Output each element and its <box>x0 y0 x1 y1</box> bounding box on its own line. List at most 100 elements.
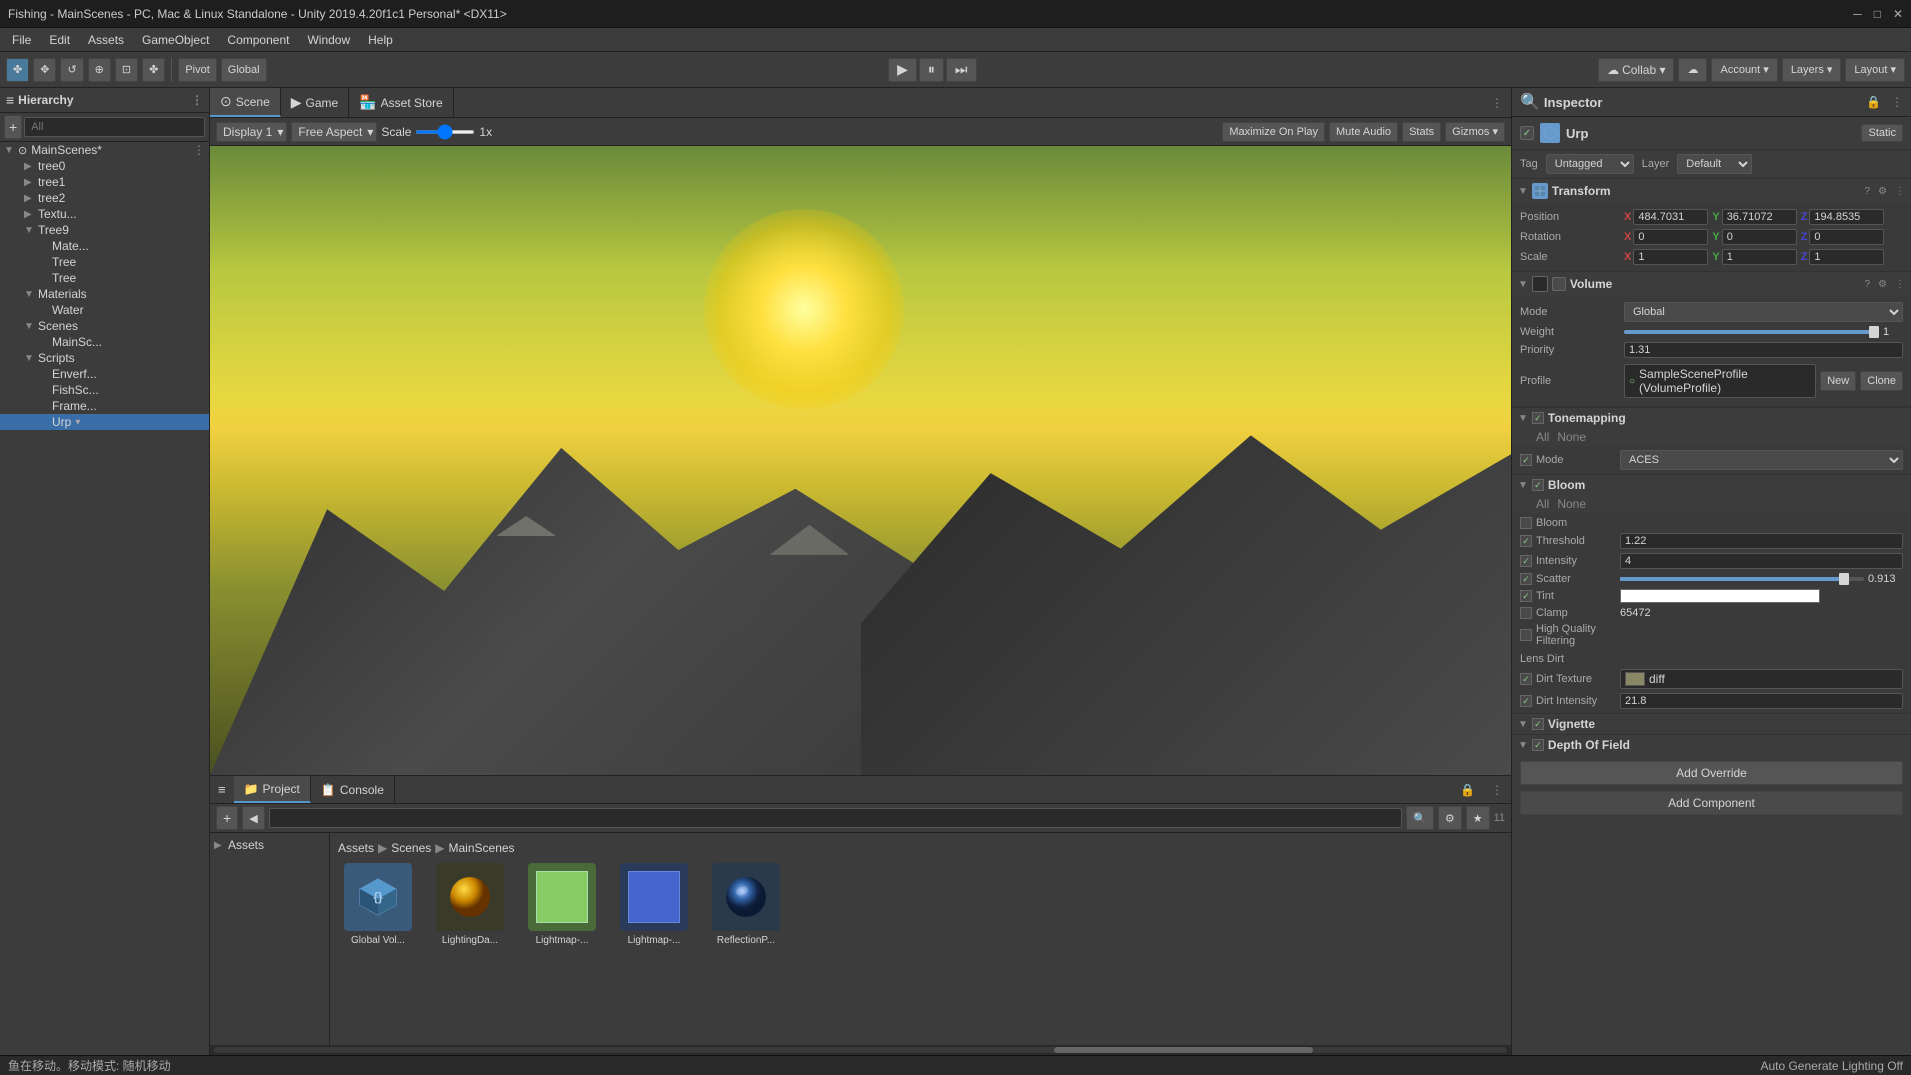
maximize-btn[interactable]: □ <box>1874 7 1881 21</box>
menu-file[interactable]: File <box>4 31 39 49</box>
static-btn[interactable]: Static <box>1861 124 1903 142</box>
rot-y-input[interactable] <box>1722 229 1797 245</box>
cloud-btn[interactable]: ☁ <box>1678 58 1707 82</box>
bottom-lock-icon[interactable]: 🔒 <box>1452 783 1483 797</box>
tonemapping-none[interactable]: None <box>1557 430 1586 444</box>
collab-btn[interactable]: ☁ Collab ▾ <box>1598 58 1674 82</box>
component-transform-header[interactable]: ▼ Transform ? ⚙ ⋮ <box>1512 179 1911 203</box>
project-search-icon[interactable]: 🔍 <box>1406 806 1434 830</box>
tab-project[interactable]: 📁 Project <box>234 776 311 803</box>
hierarchy-add-btn[interactable]: + <box>4 115 22 139</box>
scene-menu-btn[interactable]: ⋮ <box>1483 96 1511 110</box>
tag-select[interactable]: Untagged <box>1546 154 1634 174</box>
bc-scenes[interactable]: Scenes <box>391 841 431 855</box>
pos-z-input[interactable] <box>1809 209 1884 225</box>
scale-slider-input[interactable] <box>415 130 475 134</box>
tree-item-scenes[interactable]: ▼ Scenes <box>0 318 209 334</box>
transform-help-icon[interactable]: ? <box>1864 186 1870 197</box>
pos-y-input[interactable] <box>1722 209 1797 225</box>
tab-asset-store[interactable]: 🏪 Asset Store <box>349 88 453 117</box>
hierarchy-menu-icon[interactable]: ⋮ <box>191 93 203 107</box>
tree-item-tree9[interactable]: ▼ Tree9 <box>0 222 209 238</box>
asset-reflection[interactable]: ReflectionP... <box>706 863 786 946</box>
project-add-btn[interactable]: + <box>216 806 238 830</box>
layout-btn[interactable]: Layout ▾ <box>1845 58 1905 82</box>
tonemapping-check[interactable]: ✓ <box>1532 412 1544 424</box>
stats-btn[interactable]: Stats <box>1402 122 1441 142</box>
tree-item-frame[interactable]: Frame... <box>0 398 209 414</box>
profile-new-btn[interactable]: New <box>1820 371 1856 391</box>
tree-item-tree2[interactable]: ▶ tree2 <box>0 190 209 206</box>
dirt-intensity-check[interactable]: ✓ <box>1520 695 1532 707</box>
volume-help-icon[interactable]: ? <box>1864 279 1870 290</box>
project-search[interactable] <box>269 808 1402 828</box>
weight-slider-thumb[interactable] <box>1869 326 1879 338</box>
play-btn[interactable]: ▶ <box>888 58 917 82</box>
tonemapping-header[interactable]: ▼ ✓ Tonemapping <box>1512 408 1911 428</box>
account-btn[interactable]: Account ▾ <box>1711 58 1777 82</box>
bc-assets[interactable]: Assets <box>338 841 374 855</box>
volume-enabled[interactable] <box>1552 277 1566 291</box>
bloom-header[interactable]: ▼ ✓ Bloom <box>1512 475 1911 495</box>
menu-assets[interactable]: Assets <box>80 31 132 49</box>
menu-component[interactable]: Component <box>219 31 297 49</box>
bloom-label-check[interactable] <box>1520 517 1532 529</box>
threshold-input[interactable] <box>1620 533 1903 549</box>
scatter-track[interactable] <box>1620 577 1864 581</box>
tool-rect[interactable]: ⊕ <box>88 58 111 82</box>
project-fav-btn[interactable]: ★ <box>1466 806 1490 830</box>
object-enabled-checkbox[interactable]: ✓ <box>1520 126 1534 140</box>
menu-help[interactable]: Help <box>360 31 401 49</box>
close-btn[interactable]: ✕ <box>1893 7 1903 21</box>
tm-mode-select[interactable]: ACES <box>1620 450 1903 470</box>
tool-move[interactable]: ✤ <box>6 58 29 82</box>
rot-z-input[interactable] <box>1809 229 1884 245</box>
bc-mainscenes[interactable]: MainScenes <box>449 841 515 855</box>
project-filter-btn[interactable]: ⚙ <box>1438 806 1462 830</box>
menu-gameobject[interactable]: GameObject <box>134 31 217 49</box>
tab-scene[interactable]: ⊙ Scene <box>210 88 281 117</box>
tree-item-tree1[interactable]: ▶ tree1 <box>0 174 209 190</box>
volume-menu-icon[interactable]: ⋮ <box>1895 279 1905 290</box>
tree-item-mate[interactable]: Mate... <box>0 238 209 254</box>
sc-x-input[interactable] <box>1633 249 1708 265</box>
vignette-check[interactable]: ✓ <box>1532 718 1544 730</box>
tree-item-tree-c2[interactable]: Tree <box>0 270 209 286</box>
urp-dropdown-icon[interactable]: ▾ <box>75 417 80 428</box>
tool-transform[interactable]: ⊡ <box>115 58 138 82</box>
tree-item-tree-c1[interactable]: Tree <box>0 254 209 270</box>
tab-console[interactable]: 📋 Console <box>311 776 395 803</box>
sc-y-input[interactable] <box>1722 249 1797 265</box>
intensity-input[interactable] <box>1620 553 1903 569</box>
mute-audio-btn[interactable]: Mute Audio <box>1329 122 1398 142</box>
intensity-check[interactable]: ✓ <box>1520 555 1532 567</box>
tree-item-water[interactable]: Water <box>0 302 209 318</box>
maximize-btn[interactable]: Maximize On Play <box>1222 122 1325 142</box>
dirt-intensity-input[interactable] <box>1620 693 1903 709</box>
tab-game[interactable]: ▶ Game <box>281 88 349 117</box>
aspect-dropdown[interactable]: Free Aspect ▾ <box>291 122 377 142</box>
scrollbar-thumb[interactable] <box>1054 1047 1313 1053</box>
weight-slider-track[interactable] <box>1624 330 1879 334</box>
volume-settings-icon[interactable]: ⚙ <box>1878 279 1887 290</box>
gizmos-btn[interactable]: Gizmos ▾ <box>1445 122 1505 142</box>
rot-x-input[interactable] <box>1633 229 1708 245</box>
tm-mode-check[interactable]: ✓ <box>1520 454 1532 466</box>
tint-swatch[interactable] <box>1620 589 1820 603</box>
add-override-btn[interactable]: Add Override <box>1520 761 1903 785</box>
step-btn[interactable]: ⏭ <box>946 58 977 82</box>
asset-lighting[interactable]: LightingDa... <box>430 863 510 946</box>
tool-extra[interactable]: ✤ <box>142 58 165 82</box>
add-component-btn[interactable]: Add Component <box>1520 791 1903 815</box>
hierarchy-search[interactable] <box>24 117 205 137</box>
sc-z-input[interactable] <box>1809 249 1884 265</box>
tree-item-fishsc[interactable]: FishSc... <box>0 382 209 398</box>
layers-btn[interactable]: Layers ▾ <box>1782 58 1842 82</box>
inspector-scroll[interactable]: ✓ Urp Static Tag Untagged Layer Defau <box>1512 117 1911 1055</box>
dof-header[interactable]: ▼ ✓ Depth Of Field <box>1512 735 1911 755</box>
priority-input[interactable] <box>1624 342 1903 358</box>
pos-x-input[interactable] <box>1633 209 1708 225</box>
mode-select[interactable]: Global <box>1624 302 1903 322</box>
asset-lightmap-1[interactable]: Lightmap-... <box>522 863 602 946</box>
tonemapping-all[interactable]: All <box>1536 430 1549 444</box>
